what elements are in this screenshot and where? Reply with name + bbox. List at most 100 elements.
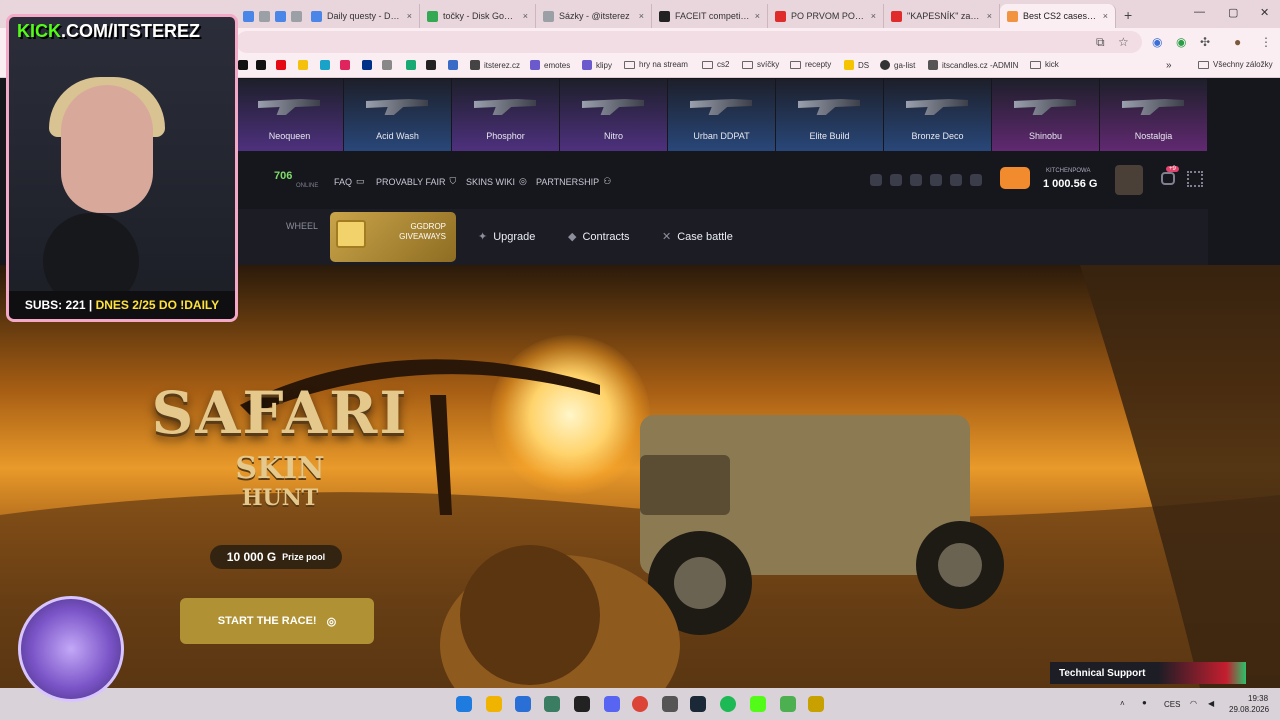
bookmark-star-icon[interactable]: ☆ [1118,35,1129,49]
faq-link[interactable]: FAQ ▭ [334,176,365,187]
wifi-icon[interactable]: ◠ [1190,699,1197,708]
taskbar-app-icon[interactable] [808,696,824,712]
bookmark-folder-cs2[interactable]: cs2 [702,60,729,69]
browser-tab[interactable]: točky - Disk Google × [420,4,536,28]
file-explorer-icon[interactable] [486,696,502,712]
bookmark-folder-recepty[interactable]: recepty [790,60,831,69]
taskbar-app-icon[interactable] [544,696,560,712]
discord-icon[interactable] [930,174,942,186]
live-drop-card[interactable]: Acid Wash [344,79,451,151]
close-icon[interactable]: × [639,11,644,21]
profile-avatar[interactable]: ● [1234,35,1241,49]
upgrade-link[interactable]: ✦ Upgrade [478,230,535,244]
facebook-icon[interactable] [870,174,882,186]
tray-chevron-icon[interactable]: ˄ [1120,699,1125,708]
browser-tab[interactable]: Sázky - @itsterez × [536,4,652,28]
pinned-tab[interactable] [240,4,256,28]
install-app-icon[interactable]: ⧉ [1096,35,1105,50]
bookmark-tiktok-icon[interactable] [256,60,266,70]
browser-tab-active[interactable]: Best CS2 cases - top × [1000,4,1116,28]
bookmark-itsterez[interactable]: itsterez.cz [470,60,520,70]
bookmark-icon[interactable] [406,60,416,70]
bookmark-folder-kick[interactable]: kick [1030,60,1059,69]
browser-tab[interactable]: "KAPESNÍK" zase ni × [884,4,1000,28]
wallet-button[interactable] [1000,167,1030,189]
maximize-icon[interactable]: ▢ [1228,6,1238,19]
volume-icon[interactable]: ◀ [1208,699,1214,708]
all-bookmarks-folder[interactable]: Všechny záložky [1198,60,1273,69]
contracts-link[interactable]: ◆ Contracts [568,230,630,244]
bookmark-itscandles[interactable]: itscandles.cz -ADMIN [928,60,1018,70]
browser-tab[interactable]: FACEIT competitive × [652,4,768,28]
bookmark-x-icon[interactable] [238,60,248,70]
bookmark-folder-hry[interactable]: hry na stream [624,60,688,69]
bookmark-folder-svicky[interactable]: svíčky [742,60,779,69]
instagram-icon[interactable] [890,174,902,186]
bookmark-icon[interactable] [298,60,308,70]
bookmark-klipy[interactable]: klipy [582,60,612,70]
browser-tab[interactable]: PO PRVOM POHĽAD × [768,4,884,28]
pinned-tab[interactable] [272,4,288,28]
extension-icon[interactable]: ◉ [1152,35,1162,49]
minimize-icon[interactable]: — [1194,6,1205,18]
bookmark-icon[interactable] [340,60,350,70]
close-icon[interactable]: × [1103,11,1108,21]
clock-date[interactable]: 29.08.2026 [1229,705,1269,714]
window-close-icon[interactable]: ✕ [1260,6,1269,19]
spotify-icon[interactable] [720,696,736,712]
close-icon[interactable]: × [987,11,992,21]
technical-support-button[interactable]: Technical Support [1050,662,1246,684]
skins-wiki-link[interactable]: SKINS WIKI ◎ [466,176,527,187]
live-drop-card[interactable]: Shinobu [992,79,1099,151]
bookmark-ds[interactable]: DS [844,60,869,70]
bookmark-icon[interactable] [382,60,392,70]
chrome-icon[interactable] [632,696,648,712]
twitch-icon[interactable] [970,174,982,186]
giveaways-button[interactable]: GGDROP GIVEAWAYS [330,212,456,262]
pinned-tab[interactable] [256,4,272,28]
live-drop-card[interactable]: Phosphor [452,79,559,151]
close-icon[interactable]: × [407,11,412,21]
menu-icon[interactable]: ⋮ [1260,35,1272,49]
bookmark-icon[interactable] [448,60,458,70]
live-drop-card[interactable]: Nitro [560,79,667,151]
taskbar-app-icon[interactable] [780,696,796,712]
case-battle-link[interactable]: ✕ Case battle [662,230,733,244]
steam-icon[interactable] [690,696,706,712]
pinned-tab[interactable] [288,4,304,28]
notifications-icon[interactable] [1161,172,1175,185]
start-race-button[interactable]: START THE RACE! ◎ [180,598,374,644]
telegram-icon[interactable] [950,174,962,186]
user-avatar[interactable] [1115,165,1143,195]
new-tab-button[interactable]: + [1124,7,1132,28]
bookmark-paypal-icon[interactable] [362,60,372,70]
clock-time[interactable]: 19:38 [1248,694,1268,703]
browser-tab[interactable]: Daily questy - Doku × [304,4,420,28]
discord-icon[interactable] [604,696,620,712]
grid-menu-icon[interactable] [1187,171,1203,187]
live-drop-card[interactable]: Urban DDPAT [668,79,775,151]
live-drop-card[interactable]: Bronze Deco [884,79,991,151]
taskbar-app-icon[interactable] [515,696,531,712]
wheel-link[interactable]: WHEEL [286,221,318,231]
bookmark-download-icon[interactable] [426,60,436,70]
bookmark-icon[interactable] [320,60,330,70]
microphone-icon[interactable]: ● [1142,698,1147,707]
taskbar-app-icon[interactable] [662,696,678,712]
extension-icon[interactable]: ◉ [1176,35,1186,49]
close-icon[interactable]: × [871,11,876,21]
live-drop-card[interactable]: Elite Build [776,79,883,151]
url-field[interactable] [236,31,1142,53]
taskbar-app-icon[interactable] [574,696,590,712]
bookmark-netflix-icon[interactable] [276,60,286,70]
close-icon[interactable]: × [755,11,760,21]
language-indicator[interactable]: CES [1164,700,1180,709]
bookmark-emotes[interactable]: emotes [530,60,570,70]
bookmarks-overflow-chevron[interactable]: » [1166,60,1172,71]
start-icon[interactable] [456,696,472,712]
extensions-puzzle-icon[interactable]: ✣ [1200,35,1210,49]
x-icon[interactable] [910,174,922,186]
kick-icon[interactable] [750,696,766,712]
bookmark-ga-list[interactable]: ga-list [880,60,915,70]
close-icon[interactable]: × [523,11,528,21]
